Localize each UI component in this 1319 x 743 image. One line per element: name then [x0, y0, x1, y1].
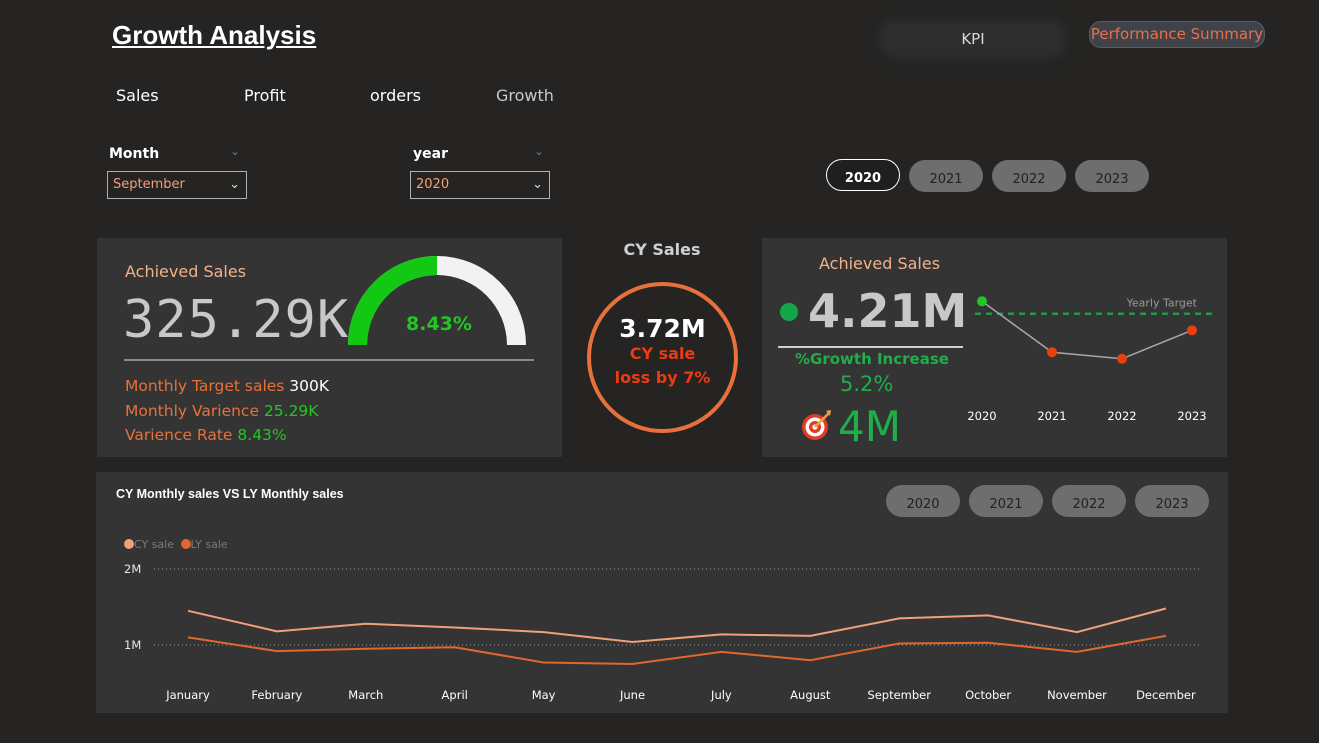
variance-label: Monthly Varience [125, 402, 259, 420]
target-icon [802, 410, 831, 440]
yearly-target-line-label: Yearly Target [1126, 297, 1198, 310]
tab-profit[interactable]: Profit [244, 86, 286, 105]
x-tick-label: June [619, 688, 645, 702]
yearly-point [977, 296, 987, 307]
yearly-achieved-title: Achieved Sales [819, 254, 941, 273]
chevron-down-icon: ⌄ [229, 177, 240, 192]
chevron-down-icon[interactable]: ⌄ [534, 144, 544, 158]
yearly-line-chart: Yearly Target 2020 2021 2022 2023 [967, 296, 1212, 423]
achieved-sales-card: Achieved Sales 325.29K 8.43% Monthly Tar… [97, 238, 562, 457]
x-tick-label: November [1047, 688, 1107, 702]
yearly-achieved-value: 4.21M [808, 284, 968, 338]
monthly-line-chart: 1M 2M January February March April May June July… [124, 562, 1201, 702]
page-title: Growth Analysis [112, 20, 317, 50]
tab-orders[interactable]: orders [370, 86, 421, 105]
x-tick-label: April [442, 688, 468, 702]
x-tick-label: March [348, 688, 383, 702]
growth-label: %Growth Increase [795, 350, 949, 368]
chevron-down-icon[interactable]: ⌄ [230, 144, 240, 158]
year-dropdown[interactable]: 2020 ⌄ [410, 171, 550, 199]
x-tick-label: August [790, 688, 831, 702]
rate-row: Varience Rate 8.43% [125, 426, 287, 444]
x-tick-label: May [532, 688, 556, 702]
achieved-sales-value: 325.29K [123, 290, 350, 350]
target-value: 300K [289, 377, 330, 395]
x-tick-label: February [251, 688, 302, 702]
x-tick-label: December [1136, 688, 1196, 702]
cy-sales-line2: loss by 7% [614, 368, 711, 387]
month-slicer-label: Month [109, 146, 160, 162]
cy-sale-line [187, 607, 1167, 643]
yearly-series-line [981, 300, 1193, 360]
year-pill-2021[interactable]: 2021 [909, 160, 983, 192]
year-pill-2023[interactable]: 2023 [1075, 160, 1149, 192]
yearly-x-tick: 2023 [1177, 409, 1206, 423]
achieved-sales-title: Achieved Sales [125, 262, 247, 281]
yearly-point [1187, 325, 1197, 336]
yearly-x-tick: 2020 [967, 409, 996, 423]
x-tick-label: January [165, 688, 210, 702]
ly-sale-line [187, 634, 1167, 666]
yearly-point [1047, 347, 1057, 358]
chevron-down-icon: ⌄ [532, 177, 543, 192]
variance-row: Monthly Varience 25.29K [125, 402, 318, 420]
status-dot-icon [780, 303, 798, 321]
cy-sales-value: 3.72M [619, 314, 706, 343]
yearly-point [1117, 353, 1127, 364]
year-slicer-label: year [413, 146, 448, 162]
yearly-x-tick: 2021 [1037, 409, 1066, 423]
target-label: Monthly Target sales [125, 377, 285, 395]
year-dropdown-value: 2020 [416, 177, 450, 192]
target-row: Monthly Target sales 300K [125, 377, 329, 395]
gauge-percent-label: 8.43% [406, 313, 472, 335]
variance-value: 25.29K [263, 402, 319, 420]
rate-label: Varience Rate [125, 426, 233, 444]
year-pill-2020[interactable]: 2020 [826, 159, 900, 191]
yearly-achieved-card: Achieved Sales 4.21M %Growth Increase 5.… [762, 238, 1227, 457]
x-tick-label: September [867, 688, 931, 702]
x-tick-label: October [965, 688, 1011, 702]
yearly-x-tick: 2022 [1107, 409, 1136, 423]
y-tick-label: 2M [124, 562, 141, 576]
monthly-chart-card: CY Monthly sales VS LY Monthly sales 202… [96, 472, 1228, 713]
kpi-button[interactable]: KPI [884, 24, 1062, 54]
x-tick-label: July [710, 688, 732, 702]
divider [778, 346, 963, 348]
rate-value: 8.43% [237, 426, 287, 444]
year-pill-2022[interactable]: 2022 [992, 160, 1066, 192]
yearly-target-value: 4M [838, 402, 901, 451]
month-dropdown[interactable]: September ⌄ [107, 171, 247, 199]
tab-growth[interactable]: Growth [496, 86, 554, 105]
cy-sales-line1: CY sale [629, 344, 696, 363]
divider [124, 359, 534, 361]
performance-summary-button[interactable]: Performance Summary [1089, 21, 1265, 48]
y-tick-label: 1M [124, 638, 141, 652]
growth-value: 5.2% [840, 372, 894, 396]
cy-sales-title: CY Sales [623, 240, 701, 259]
month-dropdown-value: September [113, 177, 185, 192]
tab-sales[interactable]: Sales [116, 86, 159, 105]
